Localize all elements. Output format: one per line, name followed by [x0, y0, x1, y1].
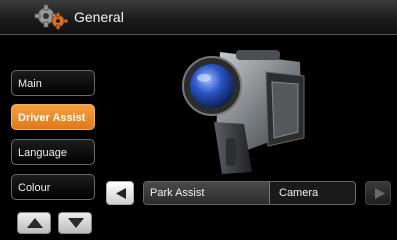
next-button[interactable]: [365, 181, 391, 205]
camera-illustration: [182, 50, 305, 174]
previous-button[interactable]: [106, 181, 134, 205]
triangle-up-icon: [27, 218, 43, 228]
triangle-right-icon: [375, 188, 385, 199]
menu-item-language[interactable]: Language: [11, 139, 95, 165]
menu-item-main[interactable]: Main: [11, 70, 95, 96]
menu-item-colour[interactable]: Colour: [11, 174, 95, 200]
triangle-left-icon: [116, 188, 126, 199]
menu-item-driver-assist[interactable]: Driver Assist: [11, 104, 95, 130]
scroll-up-button[interactable]: [17, 212, 51, 234]
setting-selector[interactable]: Park Assist Camera: [143, 181, 356, 205]
gears-icon: [34, 4, 68, 30]
setting-value[interactable]: Camera: [271, 182, 355, 204]
header-bar: General: [0, 0, 397, 35]
scroll-down-button[interactable]: [58, 212, 92, 234]
setting-label: Park Assist: [144, 182, 270, 204]
triangle-down-icon: [68, 218, 84, 228]
page-title: General: [74, 9, 124, 25]
